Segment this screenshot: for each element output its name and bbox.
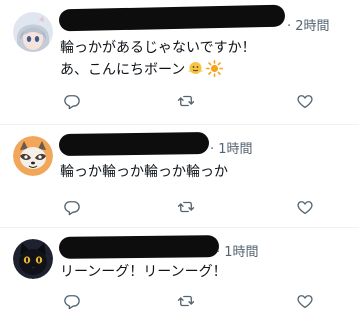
tweet-actions [0,196,359,218]
timestamp[interactable]: · 2時間 [287,15,330,34]
retweet-icon[interactable] [175,90,197,112]
tweet-text-line: あ、こんにちボーン [60,60,224,83]
reply-icon[interactable] [61,90,83,112]
tweet-text-line: 輪っかがあるじゃないですか！ [60,40,256,56]
timestamp[interactable]: · 1時間 [210,138,253,157]
redacted-username [58,131,210,157]
tweet-text-segment: あ、こんにちボーン [60,62,186,78]
like-icon[interactable] [294,196,316,218]
tweet[interactable]: · 1時間 輪っか輪っか輪っか輪っか [0,124,359,227]
tweet-actions [0,90,359,112]
shrug-emoji-icon [187,60,204,83]
like-icon[interactable] [294,290,316,312]
avatar[interactable] [13,12,53,52]
tweet-text-line: 輪っか輪っか輪っか輪っか [60,164,228,180]
tweet[interactable]: · 2時間 輪っかがあるじゃないですか！ あ、こんにちボーン [0,0,359,124]
black-cat-avatar-icon [13,239,53,279]
timestamp[interactable]: · 1時間 [216,241,259,260]
tweet-text-line: リーンーグ！リーンーグ！ [60,264,227,280]
raccoon-avatar-icon [13,136,53,176]
retweet-icon[interactable] [175,196,197,218]
reply-icon[interactable] [61,196,83,218]
avatar[interactable] [13,239,53,279]
tweet-actions [0,290,359,312]
tweet[interactable]: · 1時間 リーンーグ！リーンーグ！ [0,227,359,321]
anime-girl-avatar-icon [13,12,53,52]
sun-emoji-icon [206,60,224,83]
redacted-username [58,4,286,32]
reply-icon[interactable] [61,290,83,312]
avatar[interactable] [13,136,53,176]
like-icon[interactable] [294,90,316,112]
redacted-username [58,235,220,259]
retweet-icon[interactable] [175,290,197,312]
